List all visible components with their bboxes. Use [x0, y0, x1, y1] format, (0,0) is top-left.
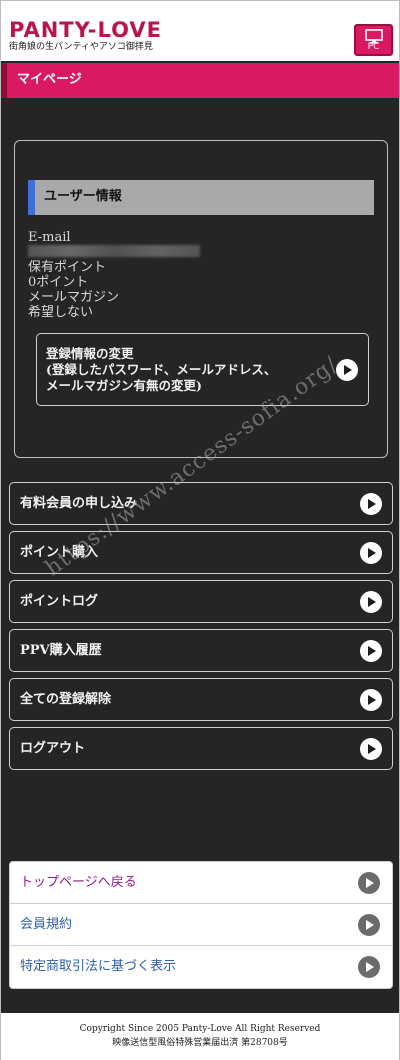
edit-button-line3: メールマガジン有無の変更): [46, 378, 202, 393]
menu-item-label: PPV購入履歴: [20, 643, 102, 658]
email-label: E-mail: [28, 230, 71, 245]
arrow-right-icon: [360, 738, 382, 760]
link-label: 特定商取引法に基づく表示: [20, 959, 177, 974]
edit-button-line1: 登録情報の変更: [46, 346, 134, 361]
pc-view-button[interactable]: PC: [354, 24, 393, 56]
arrow-right-icon: [358, 956, 380, 978]
menu-item-label: 有料会員の申し込み: [20, 496, 138, 511]
points-label: 保有ポイント: [28, 260, 107, 275]
copyright-line1: Copyright Since 2005 Panty-Love All Righ…: [79, 1024, 321, 1034]
menu-item-point-log[interactable]: ポイントログ: [9, 580, 393, 623]
edit-registration-button[interactable]: 登録情報の変更 (登録したパスワード、メールアドレス、 メールマガジン有無の変更…: [36, 333, 369, 406]
arrow-right-icon: [360, 493, 382, 515]
menu-item-logout[interactable]: ログアウト: [9, 727, 393, 770]
menu-item-label: 全ての登録解除: [20, 692, 112, 707]
user-info-heading-text: ユーザー情報: [44, 189, 122, 204]
arrow-right-icon: [360, 591, 382, 613]
copyright-footer: Copyright Since 2005 Panty-Love All Righ…: [1, 1013, 399, 1060]
pc-button-label: PC: [367, 42, 380, 52]
menu-item-paid-membership[interactable]: 有料会員の申し込み: [9, 482, 393, 525]
menu-item-label: ポイント購入: [20, 545, 99, 560]
footer-links: トップページへ戻る 会員規約 特定商取引法に基づく表示: [9, 861, 393, 989]
link-back-to-top[interactable]: トップページへ戻る: [10, 862, 392, 904]
arrow-right-icon: [360, 689, 382, 711]
arrow-right-icon: [358, 914, 380, 936]
page-frame: PANTY-LOVE 街角娘の生パンティやアソコ御拝見 PC マイページ ユーザ…: [0, 0, 400, 1060]
arrow-right-icon: [360, 542, 382, 564]
page-title: マイページ: [17, 72, 82, 87]
user-info-panel: ユーザー情報 E-mail 保有ポイント 0ポイント メールマガジン 希望しない…: [14, 140, 388, 458]
site-logo[interactable]: PANTY-LOVE: [9, 19, 162, 41]
menu-item-label: ログアウト: [20, 741, 86, 756]
edit-button-line2: (登録したパスワード、メールアドレス、: [46, 362, 277, 377]
newsletter-value: 希望しない: [28, 305, 94, 320]
arrow-right-icon: [358, 872, 380, 894]
site-tagline: 街角娘の生パンティやアソコ御拝見: [9, 42, 153, 52]
arrow-right-icon: [336, 359, 358, 381]
link-label: 会員規約: [20, 917, 73, 932]
link-commercial-law[interactable]: 特定商取引法に基づく表示: [10, 946, 392, 988]
points-value: 0ポイント: [28, 275, 89, 290]
menu-item-ppv-history[interactable]: PPV購入履歴: [9, 629, 393, 672]
link-member-terms[interactable]: 会員規約: [10, 904, 392, 946]
menu-item-label: ポイントログ: [20, 594, 99, 609]
menu-item-buy-points[interactable]: ポイント購入: [9, 531, 393, 574]
menu-item-unregister-all[interactable]: 全ての登録解除: [9, 678, 393, 721]
email-value-redacted: [28, 245, 200, 257]
user-info-heading: ユーザー情報: [28, 180, 374, 215]
copyright-line2: 映像送信型風俗特殊営業届出済 第28708号: [112, 1038, 288, 1048]
arrow-right-icon: [360, 640, 382, 662]
newsletter-label: メールマガジン: [28, 290, 120, 305]
page-title-bar: マイページ: [1, 63, 399, 98]
link-label: トップページへ戻る: [20, 875, 137, 890]
site-header: PANTY-LOVE 街角娘の生パンティやアソコ御拝見 PC: [1, 1, 399, 61]
